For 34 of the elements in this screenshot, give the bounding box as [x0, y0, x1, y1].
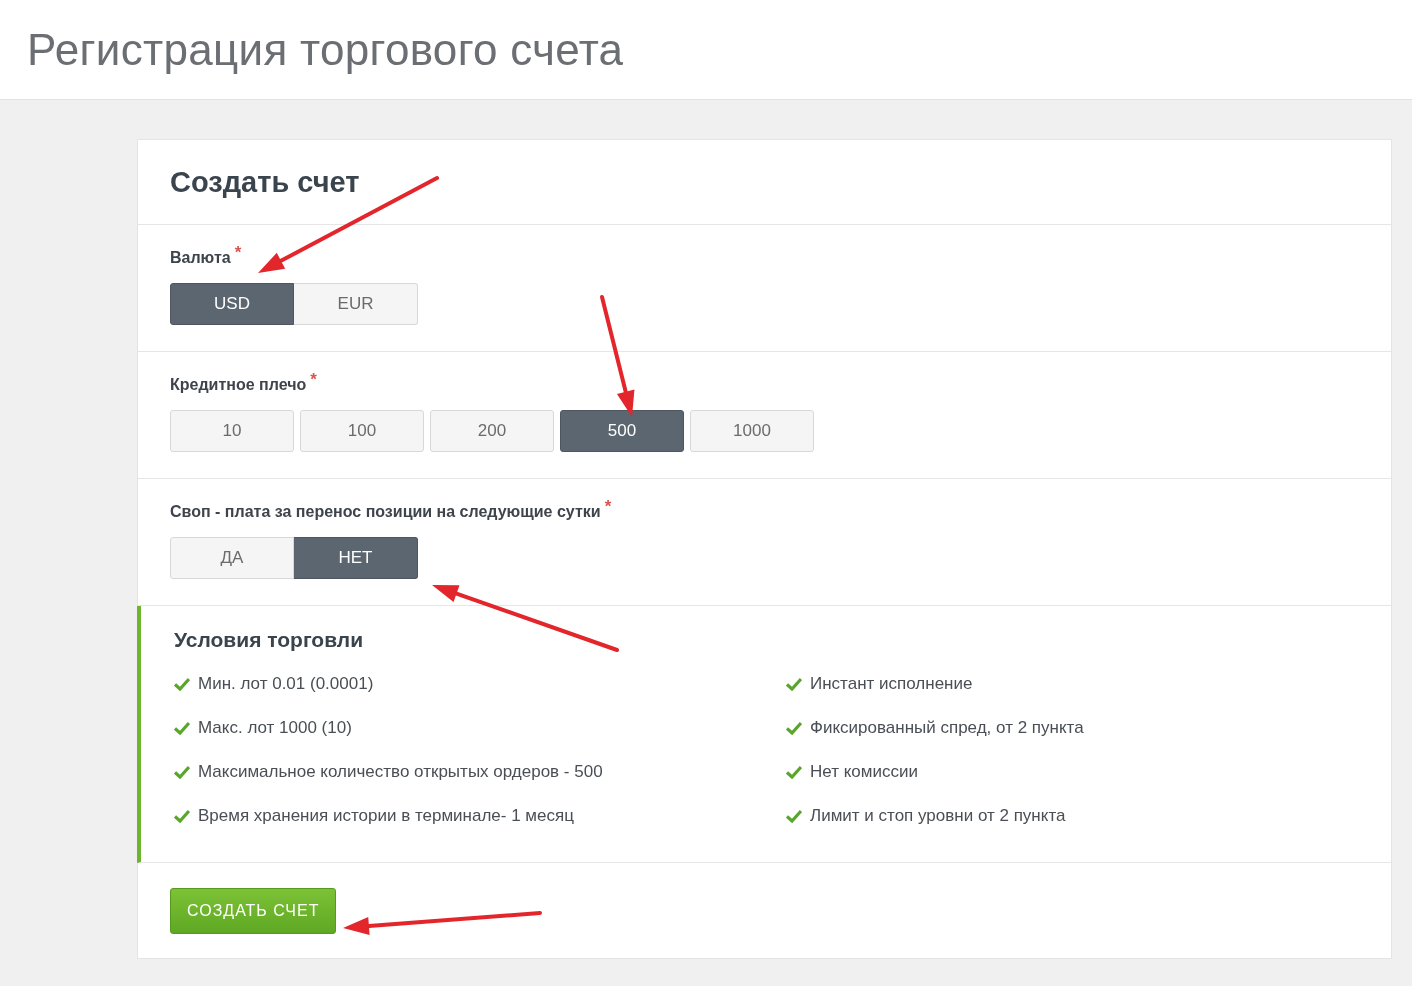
card-heading: Создать счет — [170, 165, 360, 199]
option-button[interactable]: ДА — [170, 537, 294, 579]
check-icon — [786, 809, 802, 823]
condition-text: Максимальное количество открытых ордеров - 500 — [198, 762, 603, 782]
required-mark: * — [310, 370, 317, 390]
required-mark: * — [234, 243, 242, 263]
field-label: Кредитное плечо — [170, 376, 307, 394]
condition-text: Нет комиссии — [810, 762, 918, 782]
check-icon — [174, 677, 190, 691]
option-button[interactable]: 10 — [170, 410, 294, 452]
check-icon — [174, 809, 190, 823]
field-label: Своп - плата за перенос позиции на следующие сутки — [170, 503, 601, 521]
conditions-title: Условия торговли — [174, 628, 365, 652]
condition-text: Мин. лот 0.01 (0.0001) — [198, 674, 374, 694]
required-mark: * — [604, 497, 612, 517]
option-button[interactable]: НЕТ — [294, 537, 418, 579]
option-button[interactable]: USD — [170, 283, 294, 325]
option-button[interactable]: 1000 — [690, 410, 814, 452]
option-button[interactable]: 200 — [430, 410, 554, 452]
option-button[interactable]: 100 — [300, 410, 424, 452]
check-icon — [174, 765, 190, 779]
condition-text: Фиксированный спред, от 2 пункта — [810, 718, 1084, 738]
condition-text: Лимит и стоп уровни от 2 пункта — [810, 806, 1066, 826]
page-title: Регистрация торгового счета — [27, 24, 624, 75]
check-icon — [786, 721, 802, 735]
check-icon — [174, 721, 190, 735]
check-icon — [786, 677, 802, 691]
condition-text: Время хранения истории в терминале- 1 месяц — [198, 806, 574, 826]
condition-text: Инстант исполнение — [810, 674, 973, 694]
option-button[interactable]: 500 — [560, 410, 684, 452]
check-icon — [786, 765, 802, 779]
condition-text: Макс. лот 1000 (10) — [198, 718, 352, 738]
option-button[interactable]: EUR — [294, 283, 418, 325]
field-label: Валюта — [170, 249, 231, 267]
